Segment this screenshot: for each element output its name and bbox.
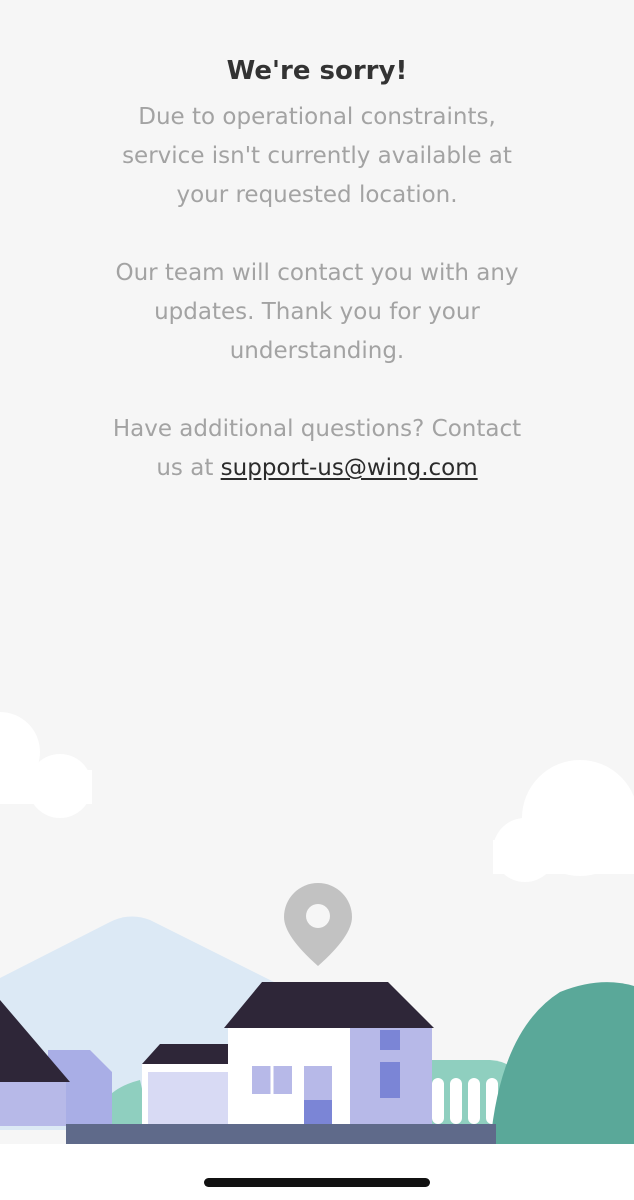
line-1: Due to operational constraints,	[138, 104, 496, 130]
line-4: Our team will contact you with any	[115, 260, 519, 286]
line-6: understanding.	[229, 338, 405, 364]
contact-prefix: us at	[156, 455, 221, 481]
bottom-bar	[0, 1144, 634, 1200]
tree-right	[490, 982, 634, 1146]
cloud-left-icon	[0, 712, 92, 818]
line-7: Have additional questions? Contact	[112, 416, 522, 442]
home-indicator[interactable]	[204, 1178, 430, 1187]
cloud-right-icon	[493, 760, 634, 882]
road	[66, 1124, 496, 1146]
neighborhood-illustration	[0, 712, 634, 1146]
garage	[142, 1044, 232, 1126]
unavailable-screen: We're sorry! Due to operational constrai…	[0, 0, 634, 1200]
location-pin-icon	[284, 883, 352, 966]
line-2: service isn't currently available at	[122, 143, 512, 169]
page-title: We're sorry!	[226, 56, 408, 86]
support-email-link[interactable]: support-us@wing.com	[221, 455, 478, 481]
line-5: updates. Thank you for your	[154, 299, 480, 325]
main-house-icon	[224, 982, 434, 1126]
message-block: We're sorry! Due to operational constrai…	[60, 52, 574, 488]
line-3: your requested location.	[176, 182, 458, 208]
contact-line: us at support-us@wing.com	[60, 449, 574, 488]
